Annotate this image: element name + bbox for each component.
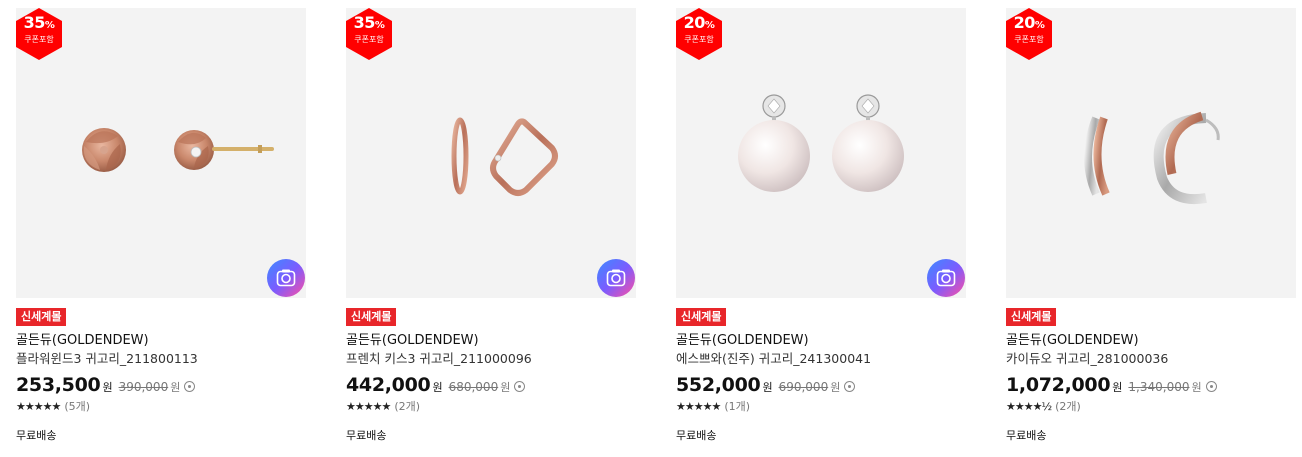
discount-coupon-label: 쿠폰포함	[24, 35, 54, 44]
review-count[interactable]: (5개)	[64, 398, 90, 414]
camera-icon	[936, 269, 956, 287]
original-price-unit: 원	[1191, 381, 1202, 394]
star-rating: ★★★★★	[676, 399, 721, 413]
shipping-label: 무료배송	[346, 429, 387, 442]
brand-name[interactable]: 골든듀(GOLDENDEW)	[16, 333, 306, 349]
product-image[interactable]: 20% 쿠폰포함	[1006, 8, 1296, 298]
discount-unit: %	[1034, 20, 1045, 31]
shipping-label: 무료배송	[1006, 429, 1047, 442]
star-rating: ★★★★★	[16, 399, 61, 413]
sale-price: 253,500	[16, 374, 101, 396]
original-price: 690,000	[778, 380, 829, 394]
original-price-unit: 원	[170, 381, 181, 394]
sale-price: 442,000	[346, 374, 431, 396]
shipping-label: 무료배송	[676, 429, 717, 442]
mall-tag: 신세계몰	[346, 308, 397, 326]
product-card[interactable]: 35% 쿠폰포함 신세계몰 골든듀(GOLDENDEW) 플라워윈드3 귀고리_…	[16, 8, 306, 454]
discount-percent: 20	[1013, 13, 1036, 32]
shipping-label: 무료배송	[16, 429, 57, 442]
mall-tag: 신세계몰	[676, 308, 727, 326]
price-row: 253,500 원 390,000 원	[16, 374, 306, 396]
price-row: 552,000 원 690,000 원	[676, 374, 966, 396]
discount-percent: 35	[353, 13, 376, 32]
price-info-icon[interactable]	[184, 381, 196, 392]
rating-row: ★★★★½ (2개)	[1006, 398, 1296, 414]
review-count[interactable]: (2개)	[394, 398, 420, 414]
product-card[interactable]: 20% 쿠폰포함 신세계몰 골든듀(GOLDENDEW) 에스쁘와(진주) 귀고…	[676, 8, 966, 454]
discount-percent: 35	[23, 13, 46, 32]
brand-name[interactable]: 골든듀(GOLDENDEW)	[1006, 333, 1296, 349]
star-rating: ★★★★½	[1006, 399, 1052, 413]
camera-search-button[interactable]	[597, 259, 635, 297]
discount-badge: 20% 쿠폰포함	[1006, 8, 1052, 60]
discount-unit: %	[374, 20, 385, 31]
product-name[interactable]: 에스쁘와(진주) 귀고리_241300041	[676, 351, 966, 367]
discount-coupon-label: 쿠폰포함	[1014, 35, 1044, 44]
brand-name[interactable]: 골든듀(GOLDENDEW)	[676, 333, 966, 349]
discount-percent: 20	[683, 13, 706, 32]
price-unit: 원	[102, 381, 113, 394]
discount-unit: %	[44, 20, 55, 31]
brand-name[interactable]: 골든듀(GOLDENDEW)	[346, 333, 636, 349]
review-count[interactable]: (2개)	[1055, 398, 1081, 414]
mall-tag: 신세계몰	[1006, 308, 1057, 326]
original-price: 680,000	[448, 380, 499, 394]
original-price-unit: 원	[830, 381, 841, 394]
mall-tag: 신세계몰	[16, 308, 67, 326]
star-rating: ★★★★★	[346, 399, 391, 413]
product-name[interactable]: 카이듀오 귀고리_281000036	[1006, 351, 1296, 367]
review-count[interactable]: (1개)	[724, 398, 750, 414]
discount-unit: %	[704, 20, 715, 31]
price-unit: 원	[432, 381, 443, 394]
price-row: 442,000 원 680,000 원	[346, 374, 636, 396]
sale-price: 1,072,000	[1006, 374, 1111, 396]
camera-icon	[276, 269, 296, 287]
discount-coupon-label: 쿠폰포함	[684, 35, 714, 44]
product-name[interactable]: 프렌치 키스3 귀고리_211000096	[346, 351, 636, 367]
camera-icon	[606, 269, 626, 287]
product-grid: 35% 쿠폰포함 신세계몰 골든듀(GOLDENDEW) 플라워윈드3 귀고리_…	[0, 0, 1302, 457]
product-name[interactable]: 플라워윈드3 귀고리_211800113	[16, 351, 306, 367]
discount-coupon-label: 쿠폰포함	[354, 35, 384, 44]
camera-search-button[interactable]	[267, 259, 305, 297]
rating-row: ★★★★★ (2개)	[346, 398, 636, 414]
discount-badge: 20% 쿠폰포함	[676, 8, 722, 60]
price-info-icon[interactable]	[514, 381, 526, 392]
price-info-icon[interactable]	[1205, 381, 1217, 392]
sale-price: 552,000	[676, 374, 761, 396]
discount-badge: 35% 쿠폰포함	[346, 8, 392, 60]
product-card[interactable]: 35% 쿠폰포함 신세계몰 골든듀(GOLDENDEW) 프렌치 키스3 귀고리…	[346, 8, 636, 454]
rating-row: ★★★★★ (1개)	[676, 398, 966, 414]
product-image[interactable]: 20% 쿠폰포함	[676, 8, 966, 298]
price-info-icon[interactable]	[844, 381, 856, 392]
price-row: 1,072,000 원 1,340,000 원	[1006, 374, 1296, 396]
discount-badge: 35% 쿠폰포함	[16, 8, 62, 60]
price-unit: 원	[762, 381, 773, 394]
product-image[interactable]: 35% 쿠폰포함	[346, 8, 636, 298]
original-price: 390,000	[118, 380, 169, 394]
product-card[interactable]: 20% 쿠폰포함 신세계몰 골든듀(GOLDENDEW) 카이듀오 귀고리_28…	[1006, 8, 1296, 454]
product-image[interactable]: 35% 쿠폰포함	[16, 8, 306, 298]
price-unit: 원	[1112, 381, 1123, 394]
original-price-unit: 원	[500, 381, 511, 394]
original-price: 1,340,000	[1128, 380, 1190, 394]
rating-row: ★★★★★ (5개)	[16, 398, 306, 414]
camera-search-button[interactable]	[927, 259, 965, 297]
